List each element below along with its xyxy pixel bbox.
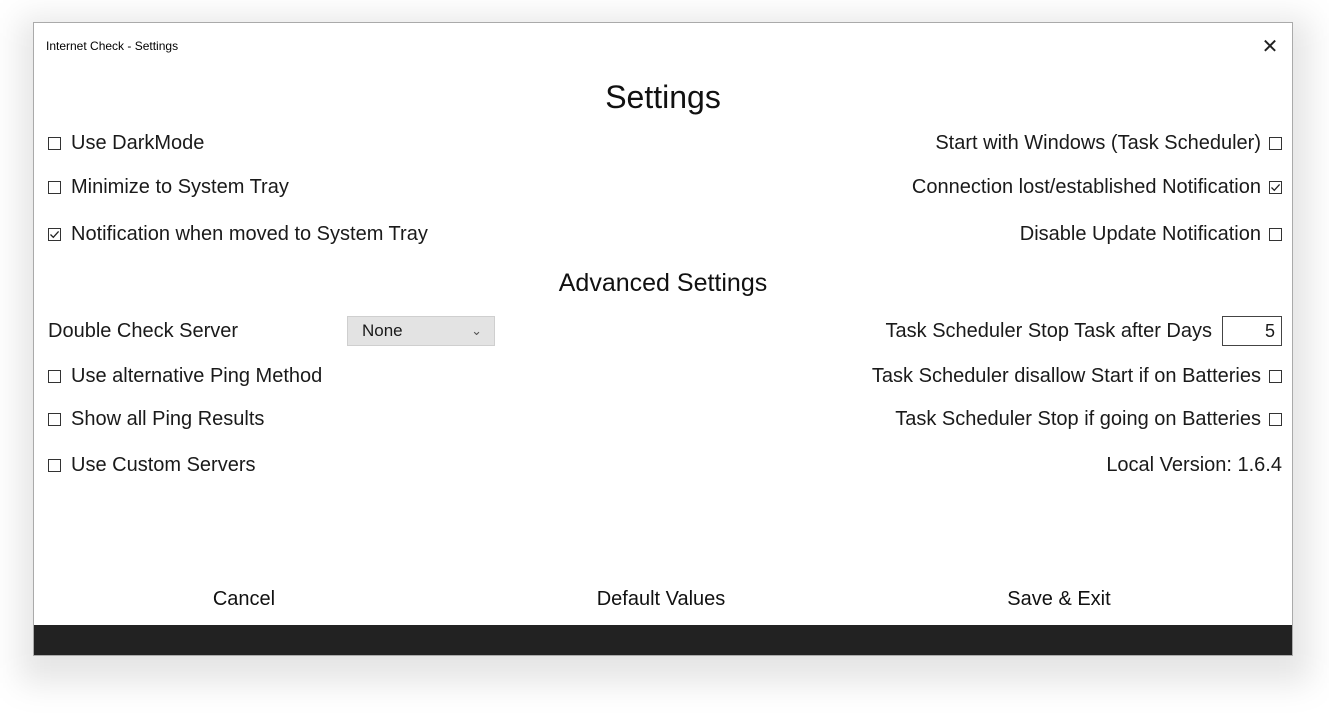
advanced-settings-heading: Advanced Settings	[558, 269, 768, 297]
option-label: Connection lost/established Notification	[911, 176, 1261, 198]
show-ping-results-option[interactable]: Show all Ping Results	[48, 407, 264, 431]
checkbox[interactable]	[1269, 369, 1282, 383]
checkbox[interactable]	[1269, 136, 1282, 150]
alternative-ping-option[interactable]: Use alternative Ping Method	[48, 364, 322, 388]
checkbox[interactable]	[48, 136, 61, 150]
stop-after-days-row: Task Scheduler Stop Task after Days 5	[886, 316, 1282, 346]
start-with-windows-option[interactable]: Start with Windows (Task Scheduler)	[935, 131, 1282, 155]
save-exit-button[interactable]: Save & Exit	[959, 588, 1159, 611]
checkbox[interactable]	[48, 369, 61, 383]
minimize-tray-option[interactable]: Minimize to System Tray	[48, 175, 289, 199]
option-label: Notification when moved to System Tray	[71, 223, 428, 245]
use-darkmode-option[interactable]: Use DarkMode	[48, 131, 204, 155]
checkbox[interactable]	[1269, 412, 1282, 426]
stop-after-days-input[interactable]: 5	[1222, 316, 1282, 346]
option-label: Start with Windows (Task Scheduler)	[935, 132, 1261, 154]
cancel-button[interactable]: Cancel	[144, 588, 344, 611]
disallow-start-batteries-option[interactable]: Task Scheduler disallow Start if on Batt…	[872, 364, 1282, 388]
tray-notification-option[interactable]: Notification when moved to System Tray	[48, 222, 428, 246]
checkbox-checked[interactable]	[48, 227, 61, 241]
status-bar	[34, 625, 1292, 655]
checkbox[interactable]	[48, 458, 61, 472]
option-label: Use Custom Servers	[71, 454, 256, 476]
stop-after-days-label: Task Scheduler Stop Task after Days	[885, 320, 1212, 342]
double-check-server-select[interactable]: None ⌄	[347, 316, 495, 346]
option-label: Use DarkMode	[71, 132, 205, 154]
custom-servers-option[interactable]: Use Custom Servers	[48, 453, 256, 477]
window-title: Internet Check - Settings	[46, 39, 179, 53]
disable-update-notification-option[interactable]: Disable Update Notification	[1020, 222, 1282, 246]
option-label: Task Scheduler disallow Start if on Batt…	[871, 365, 1261, 387]
option-label: Task Scheduler Stop if going on Batterie…	[895, 408, 1261, 430]
chevron-down-icon: ⌄	[471, 323, 482, 338]
option-label: Minimize to System Tray	[71, 176, 289, 198]
option-label: Disable Update Notification	[1019, 223, 1261, 245]
checkbox[interactable]	[48, 412, 61, 426]
option-label: Use alternative Ping Method	[71, 365, 323, 387]
option-label: Show all Ping Results	[71, 408, 265, 430]
select-value: None	[362, 321, 403, 340]
stop-batteries-option[interactable]: Task Scheduler Stop if going on Batterie…	[895, 407, 1282, 431]
settings-heading: Settings	[605, 79, 721, 115]
local-version-text: Local Version: 1.6.4	[1106, 454, 1282, 476]
close-icon[interactable]: ✕	[1248, 23, 1292, 69]
default-values-button[interactable]: Default Values	[561, 588, 761, 611]
checkbox[interactable]	[1269, 227, 1282, 241]
checkbox[interactable]	[48, 180, 61, 194]
connection-notification-option[interactable]: Connection lost/established Notification	[912, 175, 1282, 199]
title-bar: Internet Check - Settings ✕	[34, 23, 1292, 69]
double-check-server-label: Double Check Server	[48, 320, 239, 342]
checkbox-checked[interactable]	[1269, 180, 1282, 194]
settings-window: Internet Check - Settings ✕ Settings Use…	[33, 22, 1293, 656]
